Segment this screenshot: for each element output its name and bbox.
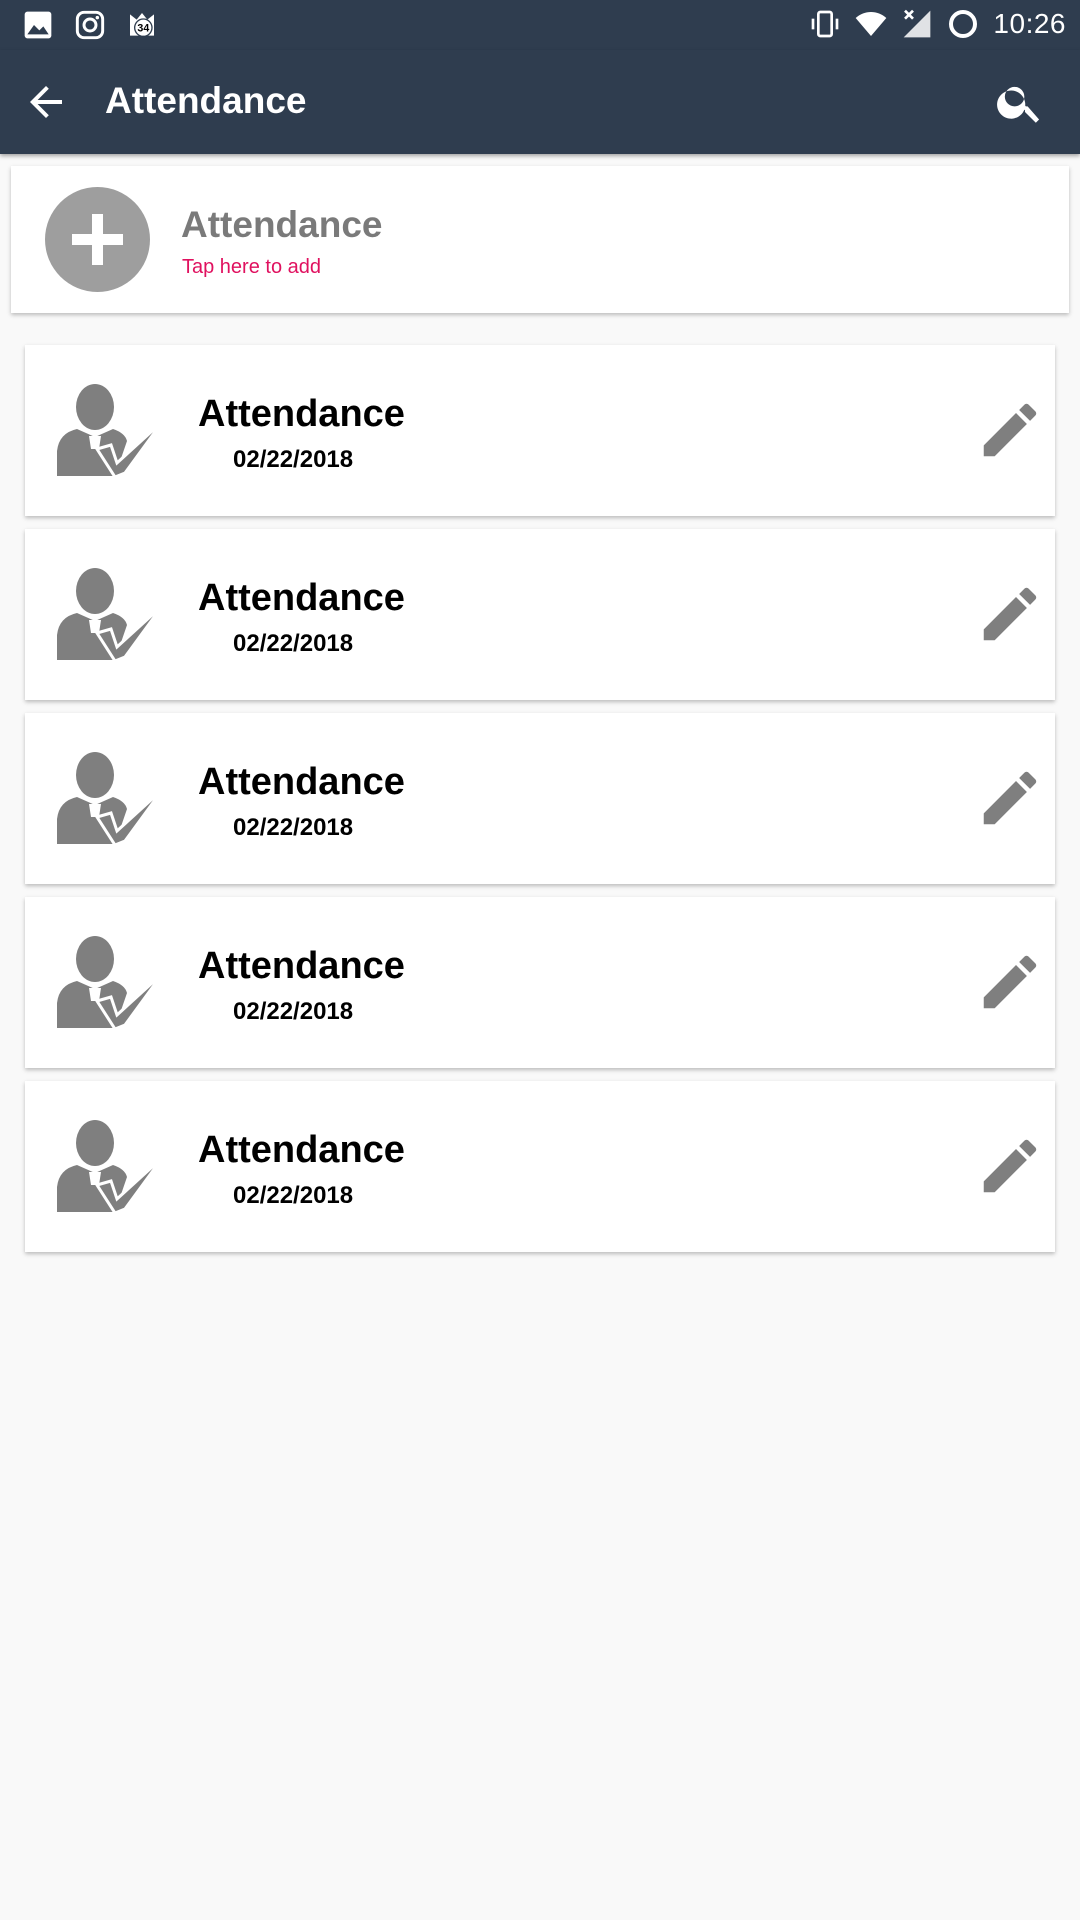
- add-attendance-card[interactable]: Attendance Tap here to add: [11, 166, 1069, 313]
- list-item[interactable]: Attendance 02/22/2018: [25, 897, 1055, 1068]
- status-bar: 34 10:26: [0, 0, 1080, 50]
- person-check-icon: [57, 384, 165, 479]
- pencil-edit-icon[interactable]: [975, 1131, 1045, 1201]
- item-date: 02/22/2018: [233, 446, 354, 473]
- add-card-title: Attendance: [181, 204, 383, 245]
- notification-34-icon: 34: [130, 13, 154, 37]
- vibrate-icon: [812, 10, 839, 38]
- item-date: 02/22/2018: [233, 814, 354, 841]
- image-icon: [24, 11, 52, 39]
- list-item[interactable]: Attendance 02/22/2018: [25, 345, 1055, 516]
- item-title: Attendance: [198, 1129, 405, 1171]
- pencil-edit-icon[interactable]: [975, 947, 1045, 1017]
- status-time: 10:26: [993, 8, 1066, 39]
- page-title: Attendance: [105, 80, 307, 121]
- person-check-icon: [57, 568, 165, 663]
- add-card-subtitle: Tap here to add: [182, 256, 321, 278]
- item-date: 02/22/2018: [233, 1182, 354, 1209]
- person-check-icon: [57, 936, 165, 1031]
- app-bar: Attendance: [0, 50, 1080, 154]
- svg-text:34: 34: [137, 23, 149, 35]
- no-signal-icon: [904, 9, 931, 38]
- search-icon[interactable]: [994, 76, 1046, 128]
- item-title: Attendance: [198, 761, 405, 803]
- item-title: Attendance: [198, 393, 405, 435]
- person-check-icon: [57, 752, 165, 847]
- plus-circle-icon: [45, 187, 150, 292]
- arrow-back-icon[interactable]: [22, 78, 70, 126]
- attendance-list: Attendance 02/22/2018 Attendance 02/22/2…: [25, 345, 1055, 1265]
- item-title: Attendance: [198, 577, 405, 619]
- status-right-icons: 10:26: [809, 8, 1066, 40]
- instagram-icon: [75, 10, 105, 40]
- person-check-icon: [57, 1120, 165, 1215]
- list-item[interactable]: Attendance 02/22/2018: [25, 1081, 1055, 1252]
- list-item[interactable]: Attendance 02/22/2018: [25, 713, 1055, 884]
- status-left-icons: 34: [22, 9, 158, 41]
- wifi-icon: [856, 12, 887, 36]
- item-date: 02/22/2018: [233, 998, 354, 1025]
- battery-ring-icon: [949, 10, 978, 38]
- pencil-edit-icon[interactable]: [975, 763, 1045, 833]
- pencil-edit-icon[interactable]: [975, 579, 1045, 649]
- list-item[interactable]: Attendance 02/22/2018: [25, 529, 1055, 700]
- item-date: 02/22/2018: [233, 630, 354, 657]
- pencil-edit-icon[interactable]: [975, 395, 1045, 465]
- item-title: Attendance: [198, 945, 405, 987]
